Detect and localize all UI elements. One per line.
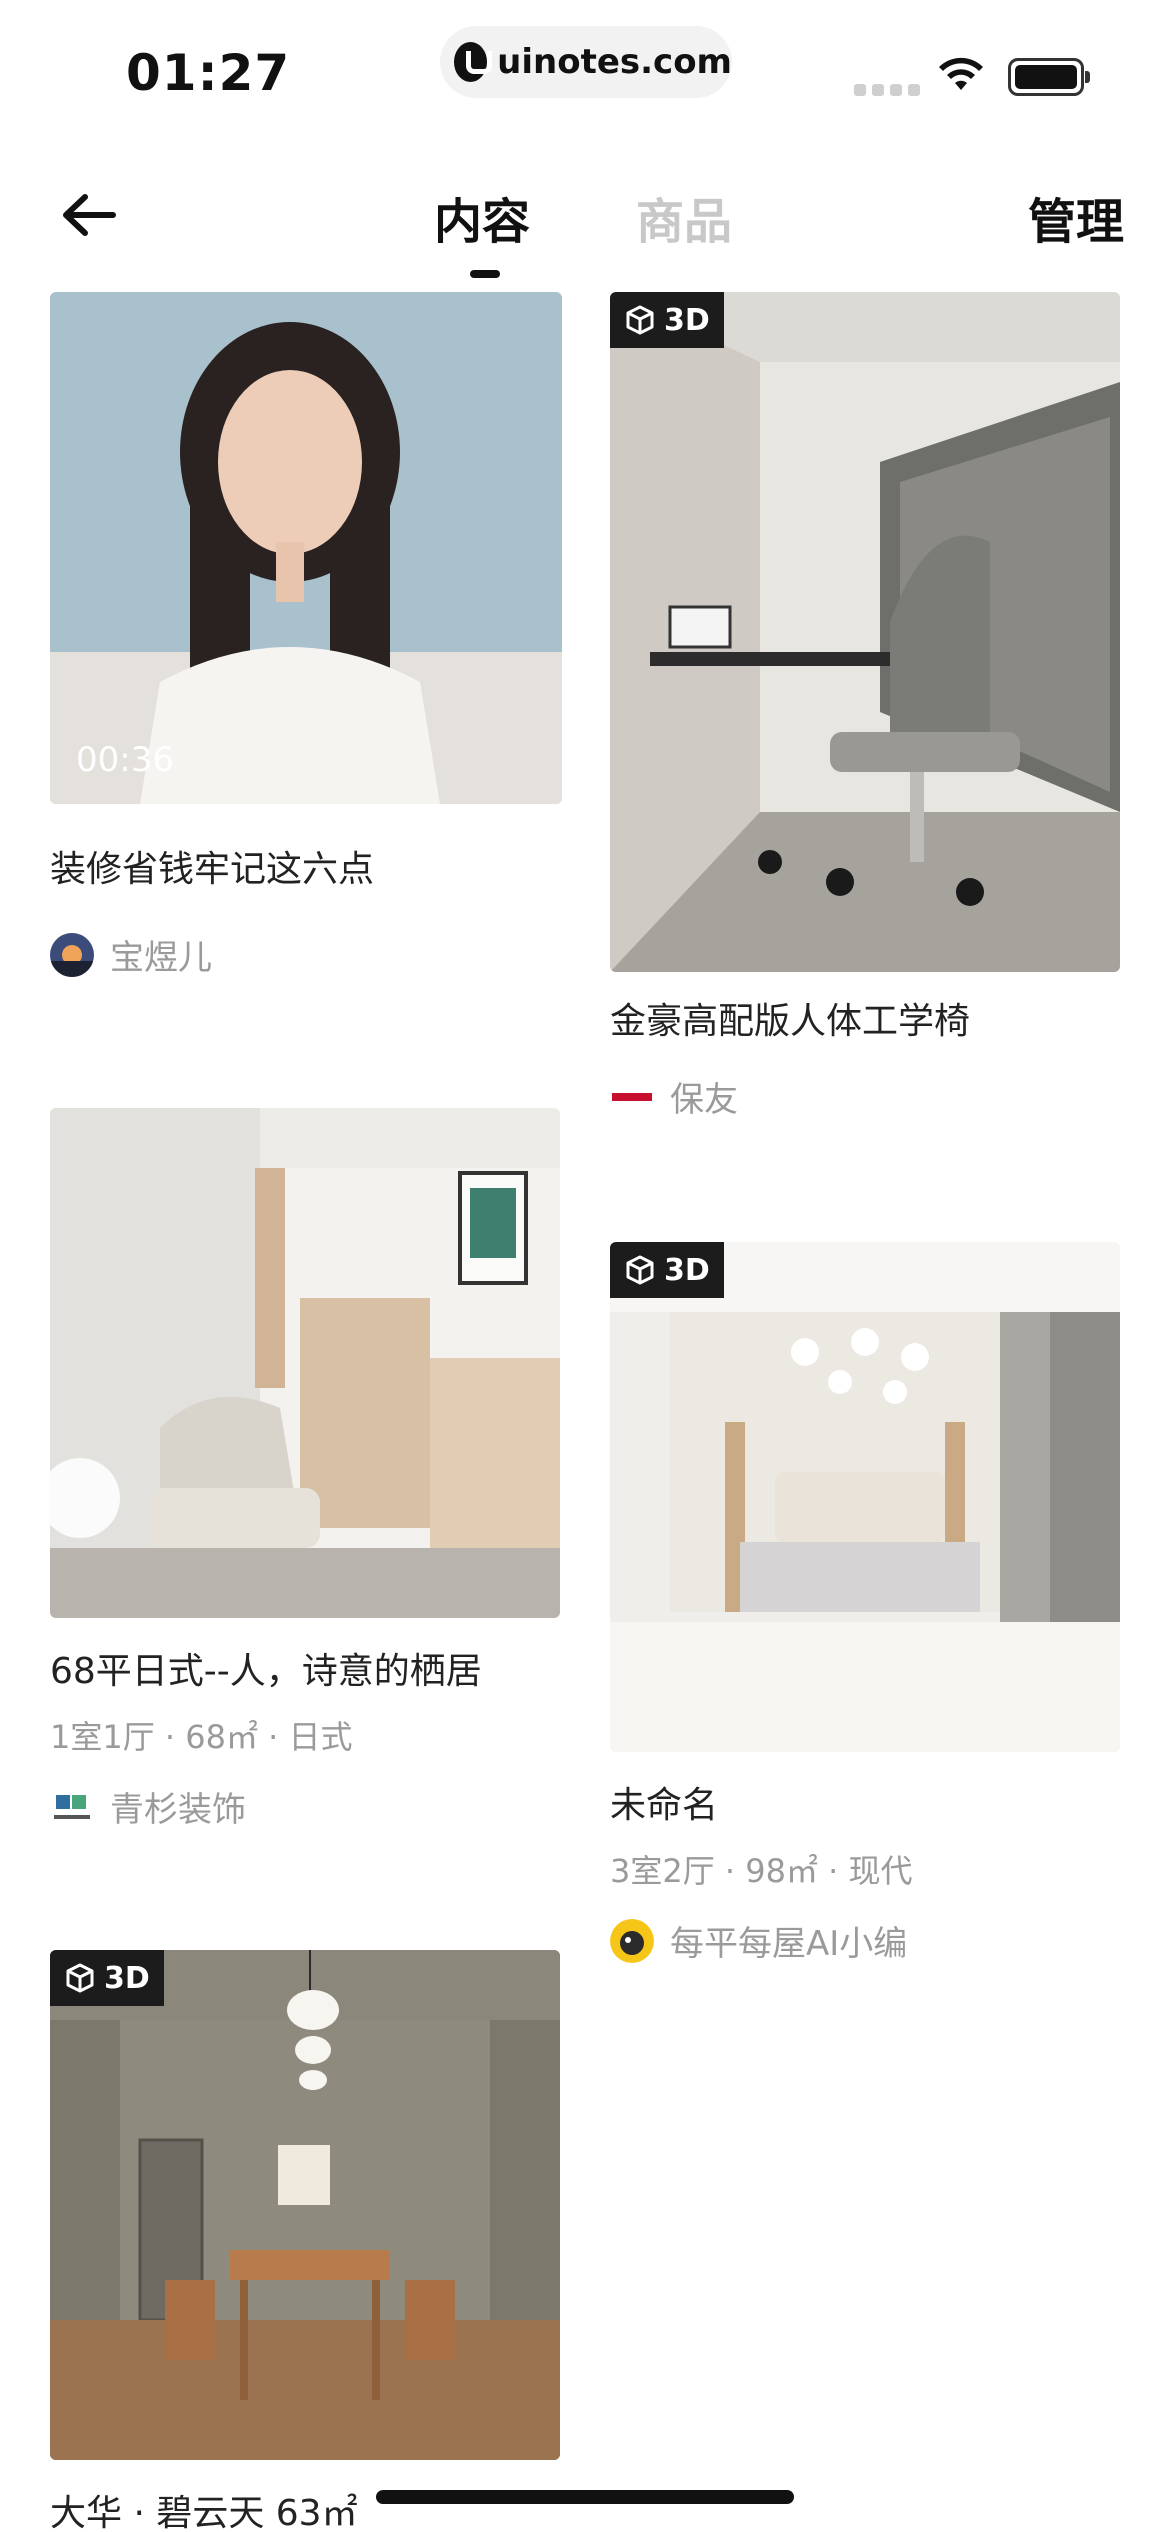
manage-button[interactable]: 管理	[1028, 182, 1124, 252]
card-meta: 1室1厅 · 68㎡ · 日式	[50, 1718, 353, 1756]
url-pill[interactable]: uinotes.com	[440, 26, 732, 98]
3d-model-thumbnail[interactable]: 3D	[610, 292, 1120, 972]
3d-badge-label: 3D	[104, 1960, 150, 1996]
card-title[interactable]: 68平日式--人，诗意的栖居	[50, 1642, 482, 1694]
card-title[interactable]: 大华 · 碧云天 63㎡	[50, 2484, 358, 2532]
video-thumbnail[interactable]: 00:36	[50, 292, 562, 804]
author[interactable]: 宝煜儿	[50, 930, 212, 979]
top-navigation: 内容 商品 管理	[0, 160, 1170, 290]
cube-icon	[626, 1255, 654, 1285]
author-name: 青杉装饰	[110, 1790, 246, 1830]
avatar	[610, 1918, 654, 1963]
status-bar: 01:27 uinotes.com	[0, 0, 1170, 140]
brand-logo	[610, 1074, 654, 1119]
author[interactable]: 保友	[610, 1072, 738, 1121]
3d-badge: 3D	[610, 292, 724, 348]
author[interactable]: 青杉装饰	[50, 1782, 246, 1831]
card-title[interactable]: 未命名	[610, 1776, 718, 1828]
avatar	[50, 932, 94, 977]
cube-icon	[66, 1963, 94, 1993]
author-name: 每平每屋AI小编	[670, 1924, 908, 1964]
project-thumbnail[interactable]	[50, 1108, 560, 1618]
video-duration: 00:36	[76, 740, 174, 780]
tab-goods[interactable]: 商品	[636, 182, 732, 252]
tab-content[interactable]: 内容	[434, 182, 530, 252]
home-indicator[interactable]	[376, 2490, 794, 2504]
url-text: uinotes.com	[497, 42, 732, 82]
card-title[interactable]: 金豪高配版人体工学椅	[610, 992, 970, 1044]
wifi-icon	[939, 57, 983, 90]
card-title[interactable]: 装修省钱牢记这六点	[50, 840, 374, 892]
site-logo-icon	[454, 42, 493, 82]
cube-icon	[626, 305, 654, 335]
author[interactable]: 每平每屋AI小编	[610, 1916, 907, 1965]
arrow-left-icon	[63, 194, 116, 236]
author-name: 宝煜儿	[110, 938, 212, 978]
3d-badge-label: 3D	[664, 1252, 710, 1288]
status-time: 01:27	[126, 44, 291, 102]
3d-badge-label: 3D	[664, 302, 710, 338]
author-name: 保友	[670, 1080, 738, 1120]
battery-icon	[1008, 58, 1090, 96]
active-tab-indicator	[470, 270, 500, 278]
3d-badge: 3D	[50, 1950, 164, 2006]
3d-model-thumbnail[interactable]: 3D	[50, 1950, 560, 2460]
company-logo	[50, 1784, 94, 1829]
back-button[interactable]	[54, 180, 124, 250]
card-meta: 3室2厅 · 98㎡ · 现代	[610, 1852, 913, 1890]
3d-badge: 3D	[610, 1242, 724, 1298]
3d-model-thumbnail[interactable]: 3D	[610, 1242, 1120, 1752]
cellular-signal-icon	[854, 84, 920, 96]
